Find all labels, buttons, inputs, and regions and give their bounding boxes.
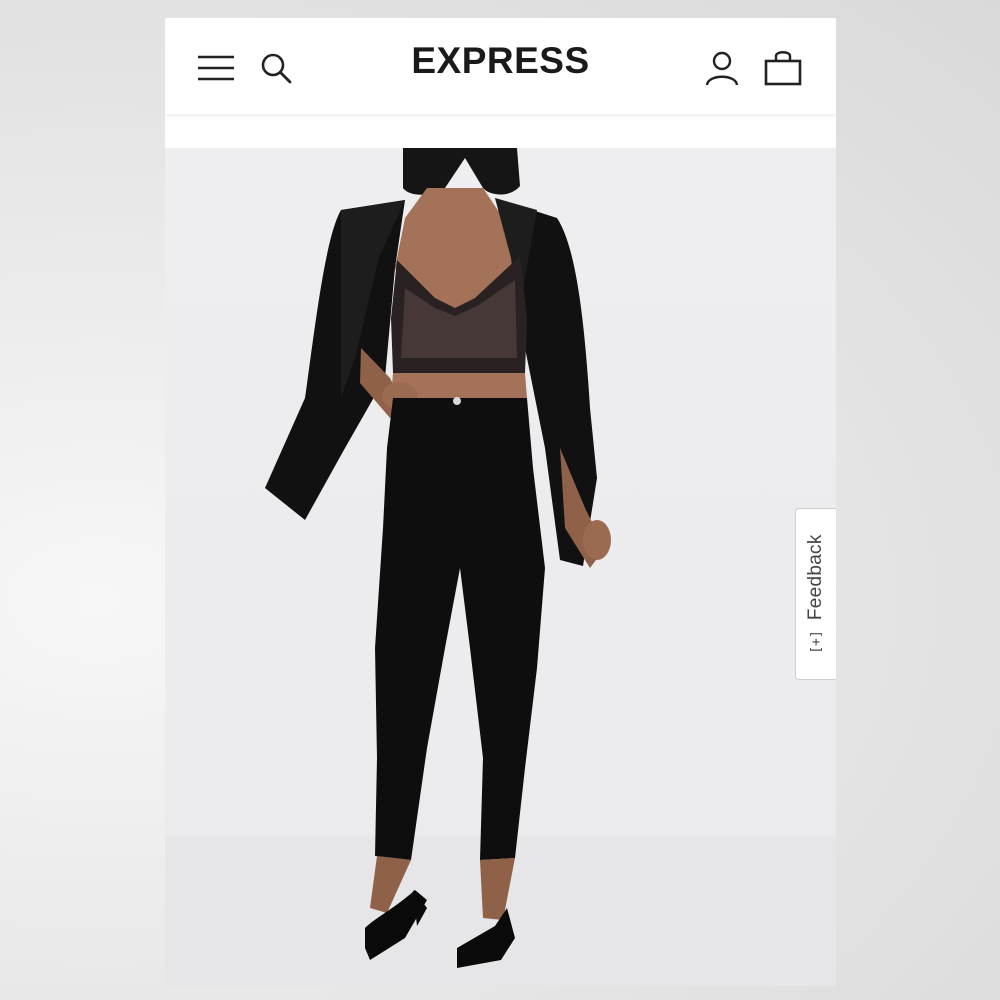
shopping-bag-icon xyxy=(764,51,802,86)
sub-header-bar xyxy=(165,114,836,148)
feedback-label: Feedback xyxy=(805,534,826,621)
model-figure-illustration xyxy=(165,148,836,986)
feedback-plus-icon: [+] xyxy=(808,630,824,654)
account-button[interactable] xyxy=(702,48,742,88)
shopping-bag-button[interactable] xyxy=(763,48,803,88)
mobile-page: EXPRESS [+] Feedback xyxy=(165,18,836,986)
feedback-content: [+] Feedback xyxy=(805,534,827,653)
product-image[interactable] xyxy=(165,148,836,986)
feedback-tab[interactable]: [+] Feedback xyxy=(795,508,836,680)
site-header: EXPRESS xyxy=(165,18,836,114)
account-icon xyxy=(705,51,739,86)
